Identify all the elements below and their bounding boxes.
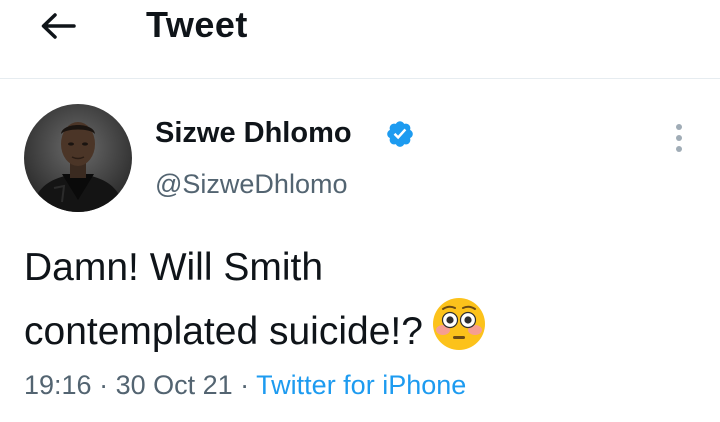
more-options-icon [676, 124, 682, 130]
more-options-icon-dot [676, 146, 682, 152]
tweet-text-line-with-emoji: contemplated suicide!? [24, 296, 684, 360]
top-bar: Tweet [0, 0, 720, 79]
page-title: Tweet [146, 4, 248, 45]
tweet-time: 19:16 [24, 370, 92, 400]
more-options-icon-dot [676, 135, 682, 141]
tweet-text-line: Damn! Will Smith [24, 246, 324, 289]
flushed-face-emoji [432, 298, 485, 350]
avatar[interactable] [24, 104, 132, 212]
profile-photo [24, 104, 132, 212]
tweet-date: 30 Oct 21 [115, 370, 233, 400]
tweet-text-line: contemplated suicide!? [24, 310, 423, 353]
verified-badge-icon [387, 121, 413, 147]
tweet-meta: 19:16 · 30 Oct 21 · Twitter for iPhone [24, 366, 466, 404]
more-options-button[interactable] [664, 120, 694, 156]
author-handle[interactable]: @SizweDhlomo [155, 165, 347, 203]
meta-separator: · [91, 370, 116, 400]
tweet-source-link[interactable]: Twitter for iPhone [256, 370, 466, 400]
meta-separator: · [232, 370, 257, 400]
back-arrow-icon [41, 13, 76, 39]
back-button[interactable] [36, 8, 80, 44]
tweet-text: Damn! Will Smith contemplated suicide!? [24, 240, 684, 360]
author-name[interactable]: Sizwe Dhlomo [155, 113, 352, 153]
